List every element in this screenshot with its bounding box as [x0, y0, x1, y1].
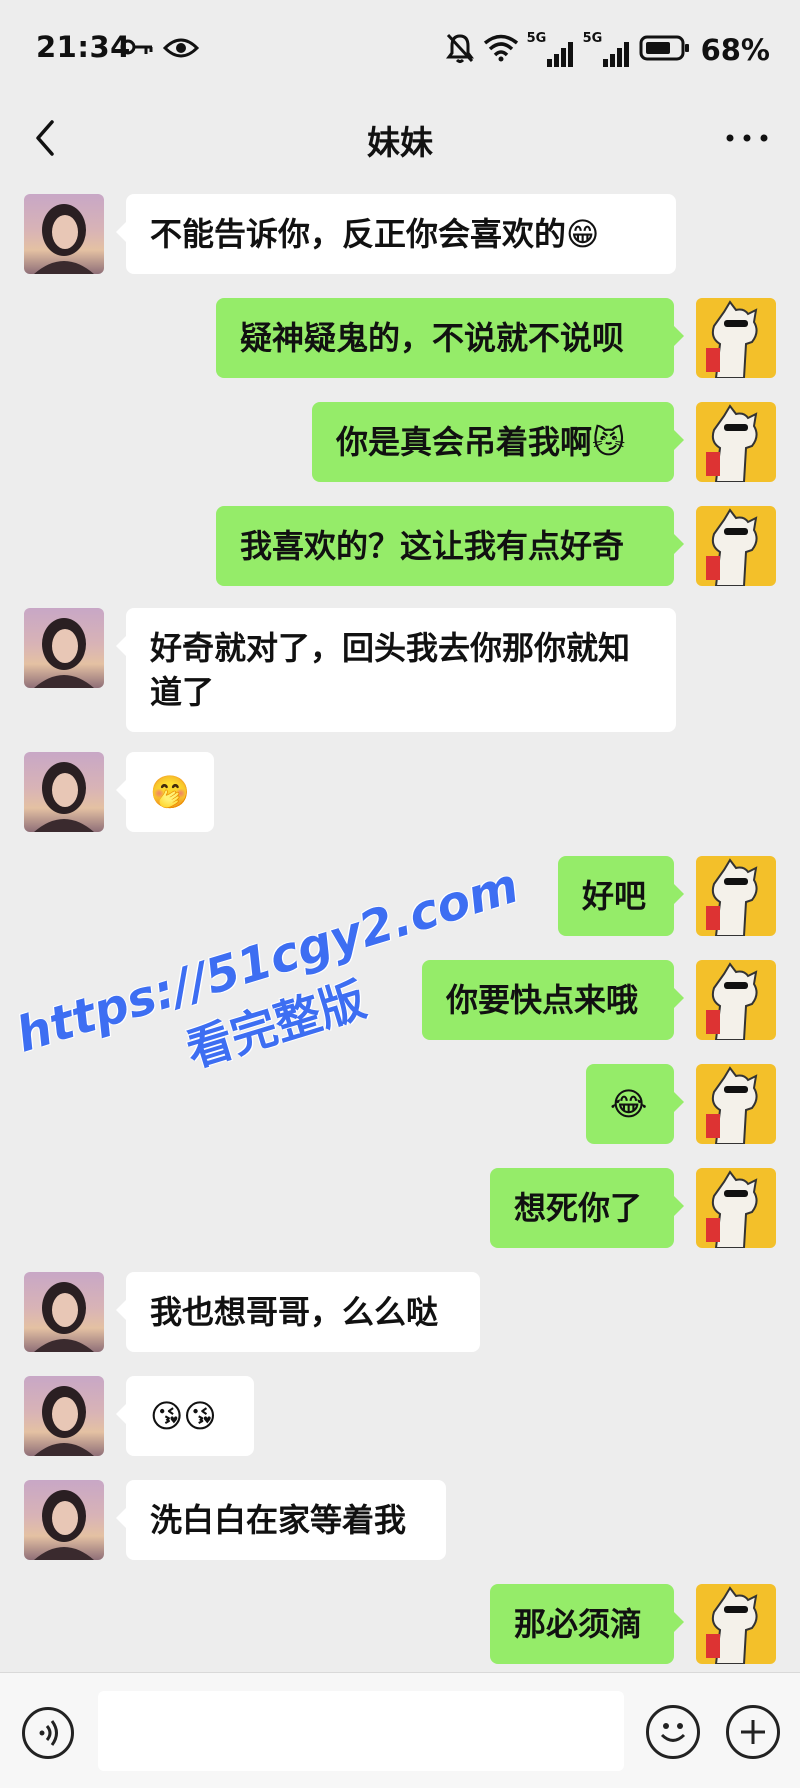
- avatar-self[interactable]: [696, 506, 776, 586]
- status-indicators: 5G 5G 68%: [445, 30, 770, 70]
- message-bubble[interactable]: 那必须滴: [490, 1584, 684, 1664]
- message-bubble[interactable]: 不能告诉你，反正你会喜欢的😁: [116, 194, 676, 274]
- signal-icon: 5G: [582, 31, 631, 67]
- avatar-contact[interactable]: [24, 1272, 104, 1352]
- message-bubble[interactable]: 疑神疑鬼的，不说就不说呗: [216, 298, 684, 378]
- page-title: 妹妹: [367, 123, 433, 162]
- more-dots-icon[interactable]: [722, 118, 772, 158]
- mute-icon: [445, 32, 475, 68]
- avatar-self[interactable]: [696, 1168, 776, 1248]
- message-bubble[interactable]: 你是真会吊着我啊😼: [312, 402, 684, 482]
- network-type-label: 5G: [526, 31, 547, 46]
- battery-icon: [639, 34, 691, 66]
- avatar-self[interactable]: [696, 960, 776, 1040]
- message-bubble[interactable]: 😂: [586, 1064, 684, 1144]
- wifi-icon: [483, 34, 519, 66]
- plus-icon[interactable]: [726, 1705, 780, 1759]
- avatar-contact[interactable]: [24, 1376, 104, 1456]
- message-bubble[interactable]: 你要快点来哦: [422, 960, 684, 1040]
- avatar-contact[interactable]: [24, 608, 104, 688]
- eye-icon: [162, 36, 200, 64]
- battery-percent: 68%: [700, 33, 770, 67]
- message-list[interactable]: 不能告诉你，反正你会喜欢的😁 疑神疑鬼的，不说就不说呗 你是真会吊着我啊😼 我喜…: [0, 180, 800, 1672]
- message-input[interactable]: [98, 1691, 624, 1771]
- message-bubble[interactable]: 我喜欢的？这让我有点好奇: [216, 506, 684, 586]
- avatar-self[interactable]: [696, 1584, 776, 1664]
- key-icon: [120, 38, 154, 60]
- avatar-self[interactable]: [696, 856, 776, 936]
- message-bubble[interactable]: 洗白白在家等着我: [116, 1480, 446, 1560]
- message-bubble[interactable]: 好奇就对了，回头我去你那你就知道了: [116, 608, 676, 732]
- message-bubble[interactable]: 😘😘: [116, 1376, 254, 1456]
- avatar-self[interactable]: [696, 298, 776, 378]
- avatar-contact[interactable]: [24, 194, 104, 274]
- avatar-contact[interactable]: [24, 1480, 104, 1560]
- network-type-label: 5G: [582, 31, 603, 46]
- status-time: 21:34: [36, 30, 131, 64]
- avatar-self[interactable]: [696, 402, 776, 482]
- message-bubble[interactable]: 想死你了: [490, 1168, 684, 1248]
- message-bubble[interactable]: 🤭: [116, 752, 214, 832]
- message-bubble[interactable]: 我也想哥哥，么么哒: [116, 1272, 480, 1352]
- chat-header: 妹妹: [0, 100, 800, 180]
- avatar-self[interactable]: [696, 1064, 776, 1144]
- input-bar: [0, 1672, 800, 1788]
- voice-icon[interactable]: [22, 1707, 74, 1759]
- emoji-icon[interactable]: [646, 1705, 700, 1759]
- status-bar: 21:34 5G 5G 68%: [0, 0, 800, 100]
- signal-icon: 5G: [526, 31, 575, 67]
- avatar-contact[interactable]: [24, 752, 104, 832]
- message-bubble[interactable]: 好吧: [558, 856, 684, 936]
